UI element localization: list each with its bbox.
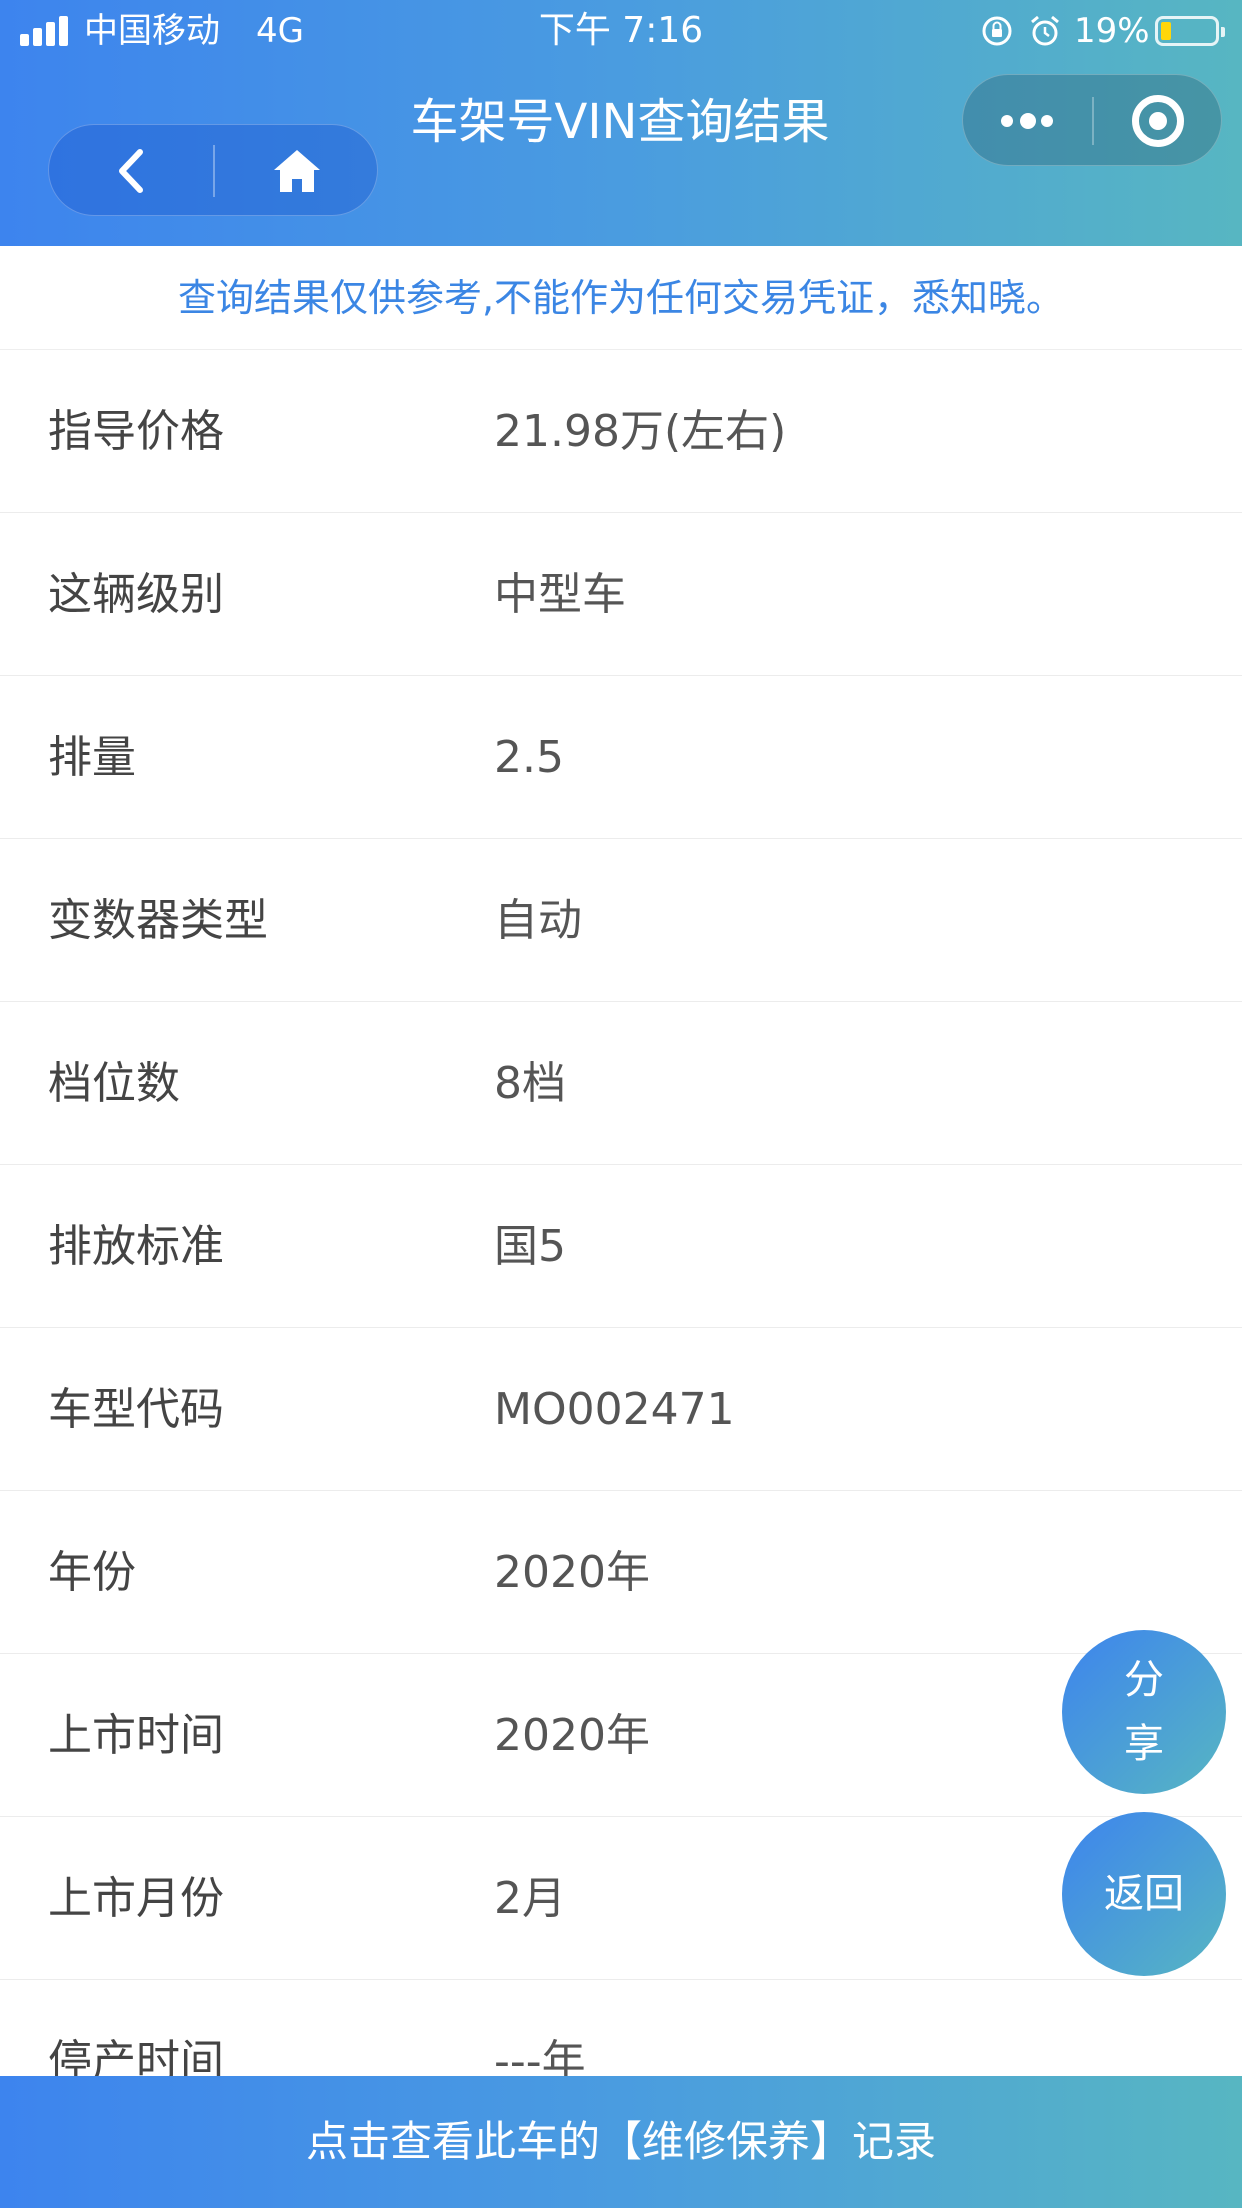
share-button[interactable]: 分 享 bbox=[1062, 1630, 1226, 1794]
page-title: 车架号VIN查询结果 bbox=[410, 94, 830, 150]
back-button[interactable] bbox=[49, 125, 213, 217]
info-row-emission: 排放标准 国5 bbox=[0, 1165, 1242, 1328]
chevron-left-icon bbox=[119, 149, 143, 193]
info-row-launch-month: 上市月份 2月 bbox=[0, 1817, 1242, 1980]
row-label: 档位数 bbox=[48, 1058, 180, 1109]
more-button[interactable] bbox=[963, 75, 1092, 167]
rotation-lock-icon bbox=[982, 16, 1012, 46]
more-dots-icon bbox=[1001, 115, 1013, 127]
alarm-icon bbox=[1031, 15, 1059, 46]
row-value: MO002471 bbox=[494, 1384, 735, 1435]
info-row-displacement: 排量 2.5 bbox=[0, 676, 1242, 839]
status-bar: 中国移动 4G 下午 7:16 19% bbox=[0, 0, 1242, 62]
info-row-transmission: 变数器类型 自动 bbox=[0, 839, 1242, 1002]
row-label: 排量 bbox=[48, 732, 136, 783]
battery-icon bbox=[1155, 16, 1225, 46]
row-label: 上市时间 bbox=[48, 1710, 224, 1761]
row-value: 2020年 bbox=[494, 1710, 650, 1761]
vehicle-info-list: 指导价格 21.98万(左右) 这辆级别 中型车 排量 2.5 变数器类型 自动… bbox=[0, 350, 1242, 2143]
row-value: 中型车 bbox=[494, 569, 626, 620]
disclaimer-notice: 查询结果仅供参考,不能作为任何交易凭证，悉知晓。 bbox=[0, 246, 1242, 350]
page: 中国移动 4G 下午 7:16 19% 车架号VIN查询结果 查询结果仅供参考,… bbox=[0, 0, 1242, 2208]
row-label: 变数器类型 bbox=[48, 895, 268, 946]
info-row-price: 指导价格 21.98万(左右) bbox=[0, 350, 1242, 513]
row-value: 国5 bbox=[494, 1221, 566, 1272]
close-button[interactable] bbox=[1094, 75, 1223, 167]
home-button[interactable] bbox=[215, 125, 379, 217]
share-label-2: 享 bbox=[1124, 1721, 1164, 1767]
row-value: 2月 bbox=[494, 1873, 566, 1924]
info-row-year: 年份 2020年 bbox=[0, 1491, 1242, 1654]
row-label: 排放标准 bbox=[48, 1221, 224, 1272]
home-icon bbox=[274, 150, 320, 192]
info-row-gears: 档位数 8档 bbox=[0, 1002, 1242, 1165]
info-row-model-code: 车型代码 MO002471 bbox=[0, 1328, 1242, 1491]
row-value: 21.98万(左右) bbox=[494, 406, 787, 457]
row-label: 车型代码 bbox=[48, 1384, 224, 1435]
battery-fill bbox=[1161, 22, 1171, 40]
row-value: 8档 bbox=[494, 1058, 566, 1109]
nav-button-group bbox=[48, 124, 378, 216]
row-label: 指导价格 bbox=[48, 406, 224, 457]
row-value: 自动 bbox=[494, 895, 582, 946]
row-value: 2.5 bbox=[494, 732, 564, 783]
battery-percent: 19% bbox=[1074, 11, 1150, 51]
row-label: 年份 bbox=[48, 1547, 136, 1598]
miniprogram-capsule bbox=[962, 74, 1222, 166]
header: 中国移动 4G 下午 7:16 19% 车架号VIN查询结果 bbox=[0, 0, 1242, 246]
row-label: 上市月份 bbox=[48, 1873, 224, 1924]
return-button[interactable]: 返回 bbox=[1062, 1812, 1226, 1976]
share-label-1: 分 bbox=[1124, 1657, 1164, 1703]
info-row-class: 这辆级别 中型车 bbox=[0, 513, 1242, 676]
row-label: 这辆级别 bbox=[48, 569, 224, 620]
maintenance-record-button[interactable]: 点击查看此车的【维修保养】记录 bbox=[0, 2076, 1242, 2208]
row-value: 2020年 bbox=[494, 1547, 650, 1598]
info-row-launch-time: 上市时间 2020年 bbox=[0, 1654, 1242, 1817]
